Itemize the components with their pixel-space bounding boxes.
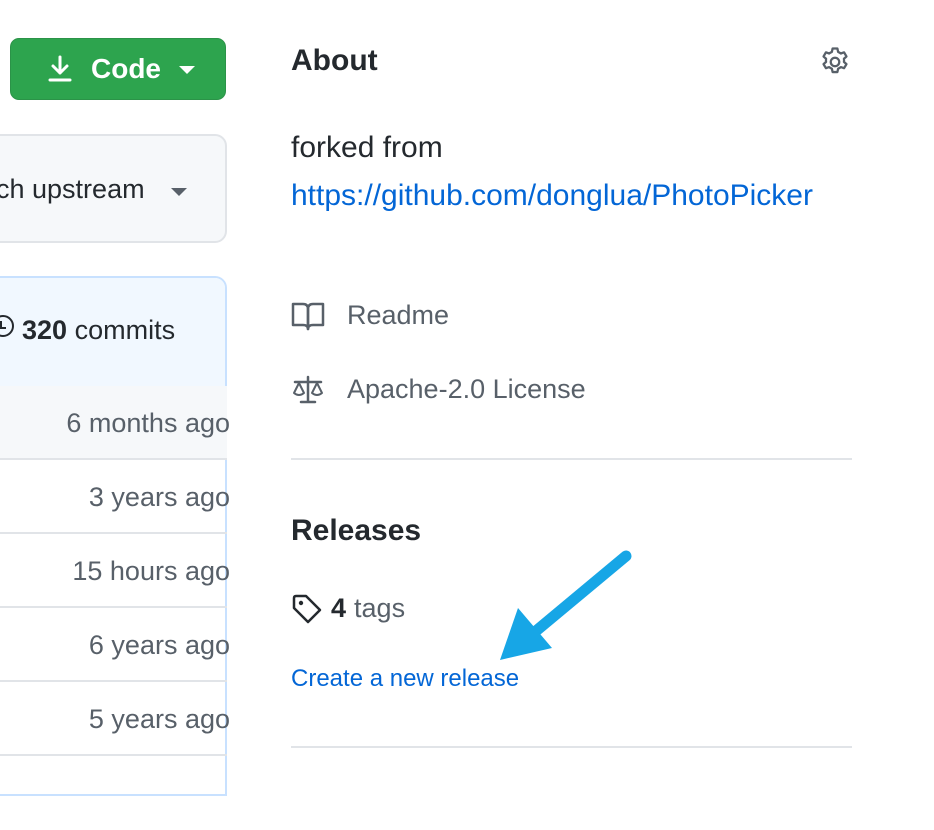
- forked-from-text: forked from: [291, 131, 443, 164]
- create-release-link[interactable]: Create a new release: [291, 665, 519, 693]
- code-button-label: Code: [91, 53, 161, 84]
- commit-time: 6 months ago: [66, 408, 230, 438]
- gear-icon[interactable]: [818, 45, 852, 79]
- tag-count: 4: [331, 593, 347, 623]
- forked-from-link[interactable]: https://github.com/donglua/PhotoPicker: [291, 179, 813, 212]
- readme-link[interactable]: Readme: [291, 300, 449, 331]
- tags-label: tags: [354, 593, 406, 623]
- tags-link[interactable]: 4 tags: [291, 593, 405, 624]
- download-icon: [48, 55, 72, 82]
- commit-time: 3 years ago: [88, 482, 230, 512]
- about-heading: About: [291, 44, 378, 77]
- license-link[interactable]: Apache-2.0 License: [291, 374, 586, 405]
- commit-time: 6 years ago: [88, 630, 230, 660]
- code-button[interactable]: Code: [10, 38, 226, 100]
- repo-description: forked from https://github.com/donglua/P…: [291, 124, 851, 220]
- commits-link[interactable]: 320 commits: [22, 315, 175, 346]
- tag-icon: [292, 594, 322, 623]
- law-icon: [293, 375, 323, 403]
- commits-count: 320: [22, 315, 68, 345]
- table-row[interactable]: [0, 756, 227, 830]
- commits-label: commits: [74, 315, 176, 345]
- license-label: Apache-2.0 License: [347, 374, 586, 404]
- commit-time: 15 hours ago: [72, 556, 230, 586]
- section-divider: [291, 458, 852, 460]
- section-divider: [291, 746, 852, 748]
- chevron-down-icon: [179, 66, 195, 74]
- chevron-down-icon: [171, 188, 187, 196]
- file-browser-column: Code Fetch upstream 320 commits 6 months…: [0, 0, 230, 796]
- readme-label: Readme: [347, 300, 450, 330]
- annotation-arrow-icon: [500, 550, 632, 660]
- releases-heading: Releases: [291, 514, 422, 547]
- book-icon: [291, 302, 325, 330]
- fetch-upstream-label[interactable]: Fetch upstream: [0, 174, 188, 205]
- commit-time: 5 years ago: [88, 704, 230, 734]
